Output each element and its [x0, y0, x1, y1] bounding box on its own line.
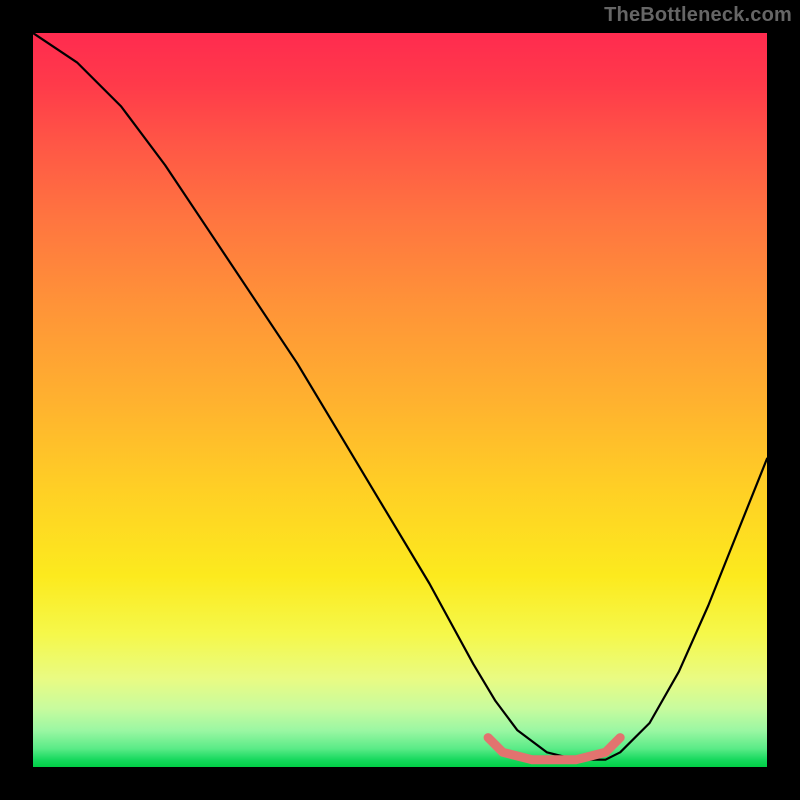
- gradient-plot-background: [33, 33, 767, 767]
- watermark-text: TheBottleneck.com: [604, 4, 792, 27]
- chart-container: TheBottleneck.com: [0, 0, 800, 800]
